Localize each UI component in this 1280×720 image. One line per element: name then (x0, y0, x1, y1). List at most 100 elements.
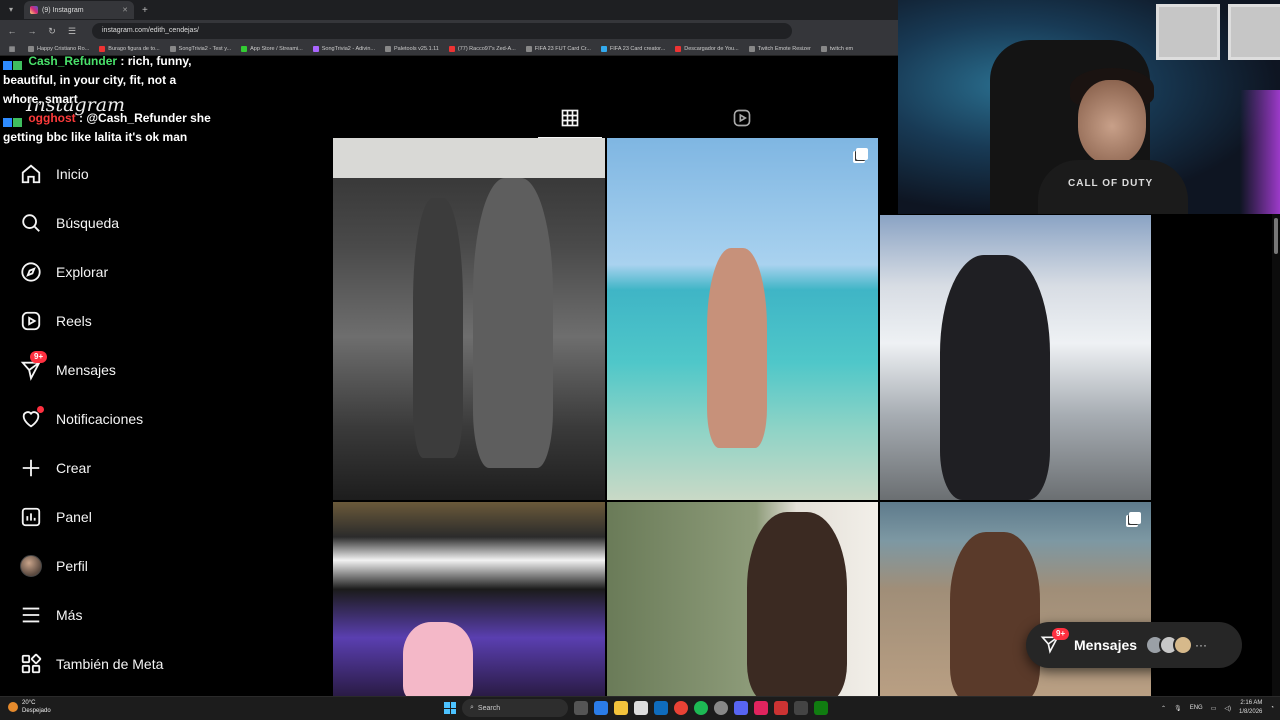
grid-icon (561, 109, 579, 127)
home-icon (18, 161, 44, 187)
bookmark[interactable]: Paletools v25.1.11 (385, 45, 439, 52)
messages-badge: 9+ (1052, 628, 1070, 640)
sidebar-item-reels[interactable]: Reels (18, 296, 318, 345)
notification-dot (37, 405, 44, 413)
instagram-favicon-icon (30, 6, 38, 14)
store-icon[interactable] (634, 701, 648, 715)
new-tab-icon[interactable]: + (142, 5, 148, 16)
forward-icon[interactable]: → (26, 26, 38, 36)
sidebar-item-label: Notificaciones (56, 410, 144, 427)
avatar (18, 553, 44, 579)
sidebar-item-tambien-de-meta[interactable]: También de Meta (18, 639, 318, 688)
file-explorer-icon[interactable] (614, 701, 628, 715)
carousel-indicator-icon (856, 148, 868, 160)
sidebar-item-inicio[interactable]: Inicio (18, 149, 318, 198)
post-thumbnail[interactable] (333, 502, 605, 696)
sidebar-item-notificaciones[interactable]: Notificaciones (18, 394, 318, 443)
back-icon[interactable]: ← (6, 26, 18, 36)
plus-icon (18, 455, 44, 481)
chat-message: Cash_Refunder : rich, funny, beautiful, … (3, 52, 218, 109)
bookmark[interactable]: App Store / Streami... (241, 45, 303, 52)
taskbar-search[interactable]: ⌕ Search (462, 699, 568, 717)
bookmark[interactable]: FIFA 23 Card creator... (600, 45, 665, 52)
sidebar-item-busqueda[interactable]: Búsqueda (18, 198, 318, 247)
close-tab-icon[interactable]: ✕ (122, 6, 128, 14)
streamer-webcam: CALL OF DUTY (898, 0, 1280, 214)
tray-chevron-icon[interactable]: ⌃ (1161, 705, 1166, 712)
stream-chat-overlay: Cash_Refunder : rich, funny, beautiful, … (3, 52, 218, 147)
chat-username: Cash_Refunder (28, 54, 118, 68)
music-app-icon[interactable] (754, 701, 768, 715)
taskbar-apps: ⌕ Search (444, 699, 828, 717)
browser-tab[interactable]: (9) Instagram ✕ (24, 1, 134, 19)
compass-icon (18, 259, 44, 285)
tab-title: (9) Instagram (42, 6, 84, 14)
app-icon[interactable] (774, 701, 788, 715)
url-field[interactable]: instagram.com/edith_cendejas/ (92, 23, 792, 39)
sidebar-item-mas[interactable]: Más (18, 590, 318, 639)
meta-apps-icon (18, 651, 44, 677)
tab-posts-grid[interactable] (558, 106, 582, 130)
reload-icon[interactable]: ↻ (46, 26, 58, 37)
spotify-icon[interactable] (694, 701, 708, 715)
edge-icon[interactable] (594, 701, 608, 715)
discord-icon[interactable] (734, 701, 748, 715)
weather-temp: 20°C (22, 700, 36, 706)
sidebar-item-perfil[interactable]: Perfil (18, 541, 318, 590)
search-label: Search (477, 704, 501, 712)
microphone-icon[interactable]: 🎙 (1174, 705, 1182, 712)
task-view-icon[interactable] (574, 701, 588, 715)
sidebar-item-mensajes[interactable]: 9+ Mensajes (18, 345, 318, 394)
tab-reels[interactable] (730, 106, 754, 130)
obs-icon[interactable] (714, 701, 728, 715)
chat-message: ogghost : @Cash_Refunder she getting bbc… (3, 109, 218, 147)
bookmark[interactable]: SongTrivia2 - Adivin... (312, 45, 375, 52)
sidebar-item-label: Mensajes (56, 361, 116, 378)
post-thumbnail[interactable] (333, 138, 605, 500)
reels-icon (733, 109, 751, 127)
tab-search-icon[interactable]: ▾ (4, 3, 18, 17)
post-thumbnail[interactable] (880, 215, 1151, 500)
scrollbar-thumb[interactable] (1274, 218, 1278, 254)
recent-contacts (1145, 635, 1194, 655)
sidebar-item-crear[interactable]: Crear (18, 443, 318, 492)
instagram-sidebar: Inicio Búsqueda Explorar Reels 9+ Mensaj… (18, 149, 318, 688)
xbox-icon[interactable] (814, 701, 828, 715)
sidebar-item-explorar[interactable]: Explorar (18, 247, 318, 296)
bookmark[interactable]: (77) Racco97's Zed-A... (448, 45, 516, 52)
windows-start-icon[interactable] (444, 702, 456, 714)
network-icon[interactable]: ▭ (1211, 705, 1217, 712)
weather-widget[interactable]: 20°C Despejado (8, 699, 51, 715)
streamer-shirt: CALL OF DUTY (1038, 160, 1188, 214)
sidebar-item-panel[interactable]: Panel (18, 492, 318, 541)
site-info-icon[interactable]: ☰ (66, 26, 78, 37)
bookmark[interactable]: FIFA 23 FUT Card Cr... (525, 45, 591, 52)
sidebar-item-label: Búsqueda (56, 214, 120, 231)
outlook-icon[interactable] (654, 701, 668, 715)
sidebar-item-label: Reels (56, 312, 92, 329)
language-indicator[interactable]: ENG (1190, 705, 1203, 711)
notification-bell-icon[interactable]: ◔ (1270, 705, 1274, 711)
volume-icon[interactable]: ◁) (1224, 705, 1231, 712)
clock[interactable]: 2:16 AM 1/8/2026 (1239, 699, 1262, 717)
system-tray: ⌃ 🎙 ENG ▭ ◁) 2:16 AM 1/8/2026 ◔ (1161, 699, 1274, 717)
bookmark[interactable]: Twitch Emote Resizer (748, 45, 811, 52)
bookmark[interactable]: Burago figura de to... (99, 45, 160, 52)
messages-popup-button[interactable]: 9+ Mensajes ··· (1026, 622, 1242, 668)
bookmark[interactable]: Descargador de You... (675, 45, 739, 52)
post-thumbnail[interactable] (607, 138, 878, 500)
bookmark[interactable]: Happy Cristiano Ro... (28, 45, 89, 52)
page-scrollbar[interactable] (1272, 214, 1280, 696)
more-icon: ··· (1195, 638, 1208, 652)
windows-taskbar: 20°C Despejado ⌕ Search ⌃ 🎙 ENG ▭ ◁) 2:1… (0, 696, 1280, 720)
sidebar-item-label: Perfil (56, 557, 88, 574)
messages-label: Mensajes (1074, 637, 1138, 653)
app-icon[interactable] (794, 701, 808, 715)
bookmark[interactable]: twitch em (820, 45, 853, 52)
post-thumbnail[interactable] (607, 502, 878, 696)
bookmark[interactable]: SongTrivia2 - Test y... (169, 45, 231, 52)
chat-badges-icon (3, 57, 25, 70)
chrome-icon[interactable] (674, 701, 688, 715)
carousel-indicator-icon (1129, 512, 1141, 524)
search-icon (18, 210, 44, 236)
